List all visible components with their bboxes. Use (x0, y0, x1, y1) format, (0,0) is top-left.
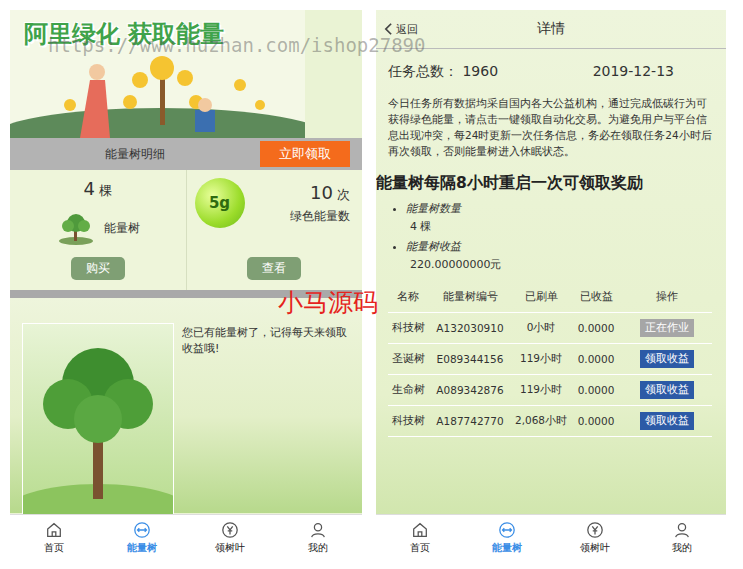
yen-icon (586, 521, 604, 539)
user-icon (309, 521, 327, 539)
headline: 能量树每隔8小时重启一次可领取奖励 (376, 173, 726, 194)
summary: 能量树数量4 棵能量树收益220.00000000元 (376, 200, 726, 274)
tree-table: 名称能量树编号已刷单已收益操作科技树A1320309100小时0.0000正在作… (388, 282, 712, 437)
tab[interactable]: 我的 (639, 515, 727, 560)
home-icon (45, 521, 63, 539)
task-info: 任务总数： 1960 2019-12-13 (376, 49, 726, 87)
tab-label: 能量树 (127, 541, 157, 555)
date: 2019-12-13 (593, 63, 674, 81)
tab-label: 能量树 (492, 541, 522, 555)
action-button[interactable]: 领取收益 (640, 412, 694, 430)
banner-title: 阿里绿化 获取能量 (24, 18, 224, 50)
watermark-url: https://www.huzhan.com/ishop27890 (48, 34, 426, 56)
energy-ball: 5g (195, 178, 245, 228)
tab[interactable]: 首页 (376, 515, 464, 560)
stat-label: 绿色能量数 (290, 208, 350, 225)
content: 任务总数： 1960 2019-12-13 今日任务所有数据均采自国内各大公益机构，… (376, 49, 726, 514)
tab[interactable]: 我的 (274, 515, 362, 560)
header: 返回详情 (376, 10, 726, 49)
tabbar: 首页 能量树 领树叶 我的 (10, 514, 362, 560)
stats: 4 棵能量树购买5g10 次绿色能量数查看 (10, 170, 362, 290)
stat-card: 4 棵能量树购买 (10, 170, 187, 290)
home-screen: 阿里绿化 获取能量能量树明细立即领取4 棵能量树购买5g10 次绿色能量数查看您… (10, 10, 362, 560)
chevron-left-icon (384, 22, 393, 36)
tree-picture-icon (22, 323, 174, 515)
detail-screen: 返回详情任务总数： 1960 2019-12-13 今日任务所有数据均采自国内各大公… (376, 10, 726, 560)
action-button[interactable]: 领取收益 (640, 381, 694, 399)
table-row: 圣诞树E089344156119小时0.0000领取收益 (388, 344, 712, 375)
swap-icon (133, 521, 151, 539)
tab[interactable]: 领树叶 (186, 515, 274, 560)
notice: 您已有能量树了，记得每天来领取收益哦! (182, 323, 354, 357)
tab-label: 领树叶 (215, 541, 245, 555)
stat-value: 4 棵 (83, 178, 112, 200)
claim-now-button[interactable]: 立即领取 (260, 141, 350, 167)
tab-label: 首页 (44, 541, 64, 555)
stat-label: 能量树 (104, 220, 140, 237)
tab-label: 我的 (672, 541, 692, 555)
tabbar: 首页 能量树 领树叶 我的 (376, 514, 726, 560)
task-total: 任务总数： 1960 (388, 63, 498, 81)
tab[interactable]: 能量树 (464, 515, 552, 560)
detail-label: 能量树明细 (105, 146, 165, 163)
action-button[interactable]: 领取收益 (640, 350, 694, 368)
watermark-brand: 小马源码 (278, 286, 378, 319)
table-row: 科技树A1320309100小时0.0000正在作业 (388, 313, 712, 344)
user-icon (673, 521, 691, 539)
tree-icon (56, 212, 96, 246)
back-button[interactable]: 返回 (384, 22, 418, 37)
garden: 您已有能量树了，记得每天来领取收益哦! (10, 298, 362, 513)
tab[interactable]: 领树叶 (551, 515, 639, 560)
summary-item: 能量树收益220.00000000元 (406, 238, 726, 274)
tab[interactable]: 能量树 (98, 515, 186, 560)
stat-button[interactable]: 购买 (71, 257, 125, 280)
tab-label: 我的 (308, 541, 328, 555)
separator (10, 290, 362, 298)
page-title: 详情 (376, 20, 726, 38)
stat-value: 10 次 (310, 182, 350, 204)
detail-bar: 能量树明细 立即领取 (10, 138, 362, 170)
swap-icon (498, 521, 516, 539)
stat-card: 5g 10 次绿色能量数查看 (187, 170, 363, 290)
summary-item: 能量树数量4 棵 (406, 200, 726, 236)
tab-label: 领树叶 (580, 541, 610, 555)
tab[interactable]: 首页 (10, 515, 98, 560)
banner: 阿里绿化 获取能量 (10, 10, 305, 138)
stat-button[interactable]: 查看 (247, 257, 301, 280)
home-icon (411, 521, 429, 539)
tab-label: 首页 (410, 541, 430, 555)
table-row: 生命树A089342876119小时0.0000领取收益 (388, 375, 712, 406)
yen-icon (221, 521, 239, 539)
intro: 今日任务所有数据均采自国内各大公益机构，通过完成低碳行为可获得绿色能量，请点击一… (388, 95, 712, 159)
action-button: 正在作业 (640, 319, 694, 337)
table-header: 名称能量树编号已刷单已收益操作 (388, 282, 712, 313)
table-row: 科技树A1877427702,068小时0.0000领取收益 (388, 406, 712, 437)
page: 阿里绿化 获取能量能量树明细立即领取4 棵能量树购买5g10 次绿色能量数查看您… (0, 0, 743, 569)
